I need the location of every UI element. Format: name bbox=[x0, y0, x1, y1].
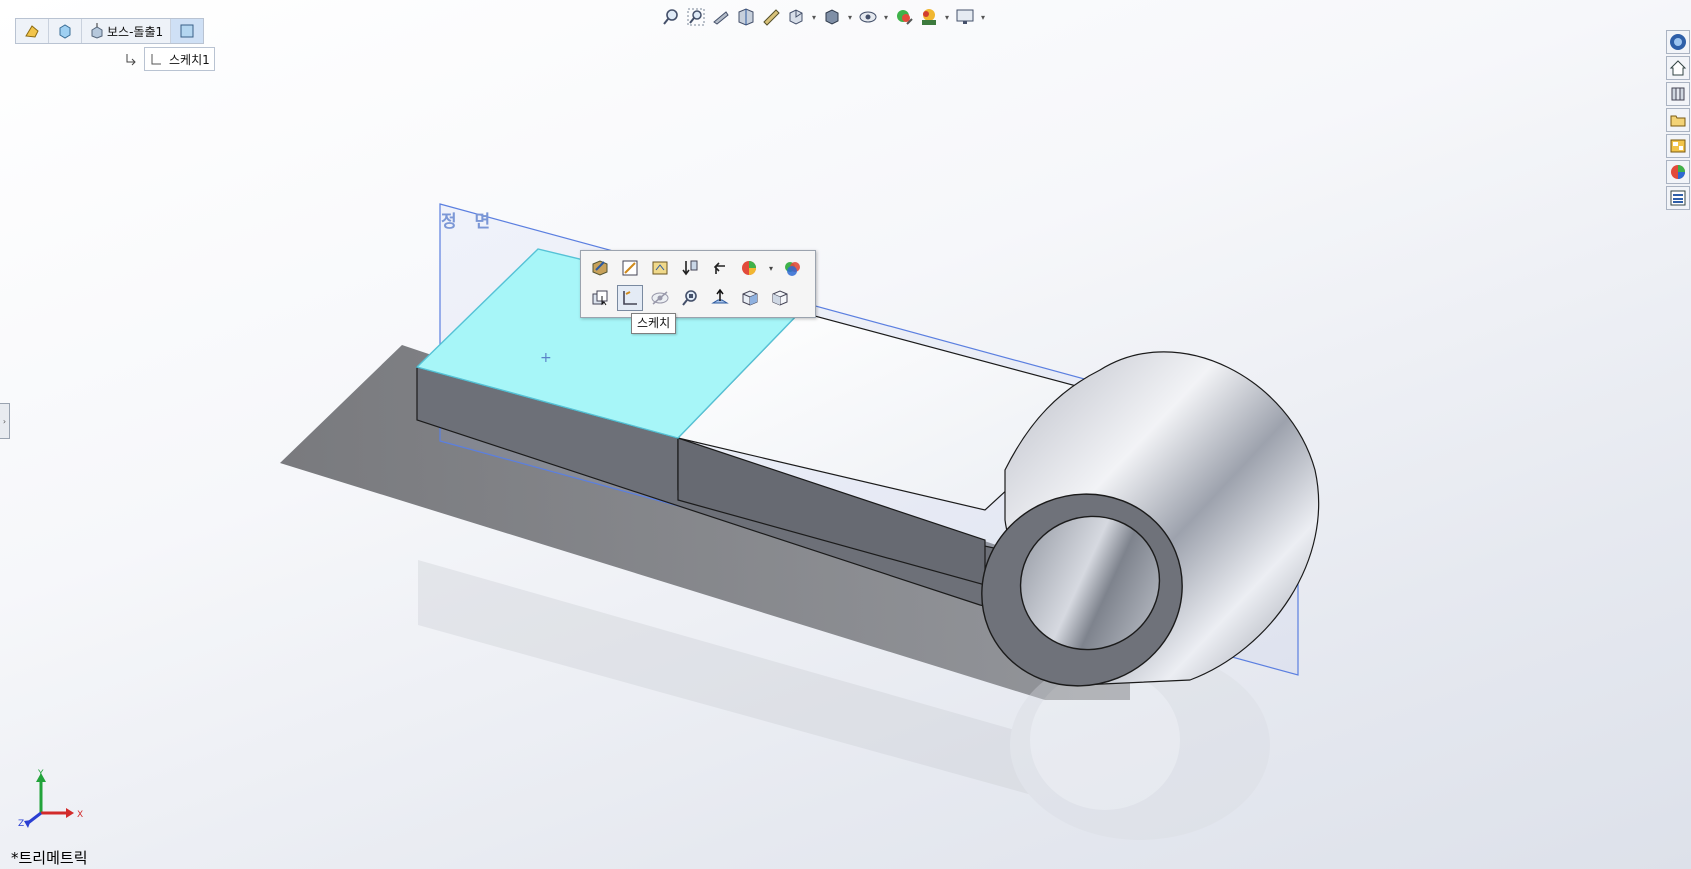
breadcrumb: 보스-돌출1 bbox=[15, 18, 205, 44]
hide-show-dropdown[interactable]: ▾ bbox=[882, 6, 890, 28]
edit-feature-icon[interactable] bbox=[587, 255, 613, 281]
sketch-icon[interactable] bbox=[617, 285, 643, 311]
isometric-icon[interactable] bbox=[737, 285, 763, 311]
appearance-icon[interactable] bbox=[737, 255, 763, 281]
model-scene[interactable]: + bbox=[0, 0, 1691, 869]
view-orientation-label: *트리메트릭 bbox=[11, 849, 88, 867]
view-settings-icon[interactable] bbox=[954, 6, 976, 28]
hide-icon[interactable] bbox=[647, 285, 673, 311]
axis-triad: Y X Z bbox=[18, 769, 83, 828]
context-toolbar: ▾ bbox=[580, 250, 816, 318]
breadcrumb-sketch[interactable]: 스케치1 bbox=[144, 47, 215, 71]
sketch-plane-icon[interactable] bbox=[647, 255, 673, 281]
breadcrumb-face[interactable] bbox=[171, 19, 204, 43]
breadcrumb-part[interactable] bbox=[16, 19, 49, 43]
appearances-icon[interactable] bbox=[1666, 160, 1690, 184]
plane-label: 정 면 bbox=[441, 212, 497, 232]
feature-manager-collapse-tab[interactable]: › bbox=[0, 403, 10, 439]
appearance-callout-icon[interactable] bbox=[779, 255, 805, 281]
breadcrumb-sketch-row: 스케치1 bbox=[124, 47, 215, 71]
graphics-area[interactable]: + 보스-돌출1 스케치1 ▾ ▾ ▾ ▾ ▾ › 정 면 ▾ 스케치 Y X … bbox=[0, 0, 1691, 869]
view-palette-icon[interactable] bbox=[1666, 134, 1690, 158]
sketch-icon bbox=[151, 54, 161, 65]
apply-scene-dropdown[interactable]: ▾ bbox=[943, 6, 951, 28]
zoom-to-area-icon[interactable] bbox=[685, 6, 707, 28]
face-icon bbox=[180, 24, 194, 38]
breadcrumb-boss-extrude-label: 보스-돌출1 bbox=[107, 24, 164, 39]
view-orientation-dropdown[interactable]: ▾ bbox=[810, 6, 818, 28]
breadcrumb-boss-extrude[interactable]: 보스-돌출1 bbox=[82, 19, 172, 43]
view-orientation-icon[interactable] bbox=[785, 6, 807, 28]
heads-up-toolbar: ▾ ▾ ▾ ▾ ▾ bbox=[660, 4, 987, 30]
triad-z-label: Z bbox=[18, 819, 24, 828]
boss-extrude-icon bbox=[91, 23, 103, 39]
view-settings-dropdown[interactable]: ▾ bbox=[979, 6, 987, 28]
sketch-tooltip: 스케치 bbox=[631, 313, 677, 334]
custom-properties-icon[interactable] bbox=[1666, 186, 1690, 210]
display-style-icon[interactable] bbox=[821, 6, 843, 28]
rollback-icon[interactable] bbox=[677, 255, 703, 281]
triad-y-label: Y bbox=[37, 769, 44, 779]
sub-arrow-icon bbox=[126, 54, 136, 66]
appearance-dropdown[interactable]: ▾ bbox=[767, 264, 775, 273]
plane-view-icon[interactable] bbox=[767, 285, 793, 311]
file-explorer-icon[interactable] bbox=[1666, 108, 1690, 132]
context-toolbar-row-2 bbox=[581, 281, 815, 311]
solidworks-resources-icon[interactable] bbox=[1666, 30, 1690, 54]
edit-sketch-icon[interactable] bbox=[617, 255, 643, 281]
select-other-icon[interactable] bbox=[587, 285, 613, 311]
breadcrumb-solid-body[interactable] bbox=[49, 19, 82, 43]
zoom-to-fit-icon[interactable] bbox=[660, 6, 682, 28]
parent-child-icon[interactable] bbox=[707, 255, 733, 281]
task-pane-tabs bbox=[1666, 30, 1690, 210]
previous-view-icon[interactable] bbox=[710, 6, 732, 28]
context-toolbar-row-1: ▾ bbox=[581, 251, 815, 281]
hide-show-items-icon[interactable] bbox=[857, 6, 879, 28]
section-view-icon[interactable] bbox=[735, 6, 757, 28]
solid-body-icon bbox=[59, 24, 71, 39]
normal-to-icon[interactable] bbox=[707, 285, 733, 311]
home-icon[interactable] bbox=[1666, 56, 1690, 80]
triad-x-label: X bbox=[77, 810, 83, 820]
breadcrumb-sketch-label: 스케치1 bbox=[169, 52, 210, 67]
edit-appearance-icon[interactable] bbox=[893, 6, 915, 28]
part-icon bbox=[25, 25, 39, 38]
origin-marker: + bbox=[540, 350, 552, 366]
design-library-icon[interactable] bbox=[1666, 82, 1690, 106]
display-style-dropdown[interactable]: ▾ bbox=[846, 6, 854, 28]
apply-scene-icon[interactable] bbox=[918, 6, 940, 28]
dynamic-annotation-icon[interactable] bbox=[760, 6, 782, 28]
zoom-to-selection-icon[interactable] bbox=[677, 285, 703, 311]
